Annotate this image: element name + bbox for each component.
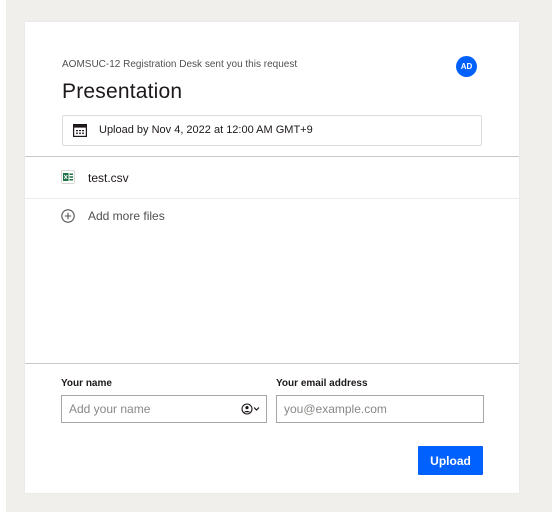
file-request-card: AOMSUC-12 Registration Desk sent you thi…: [25, 22, 519, 493]
name-label: Your name: [61, 378, 112, 389]
request-title: Presentation: [62, 80, 183, 103]
avatar[interactable]: AD: [456, 56, 477, 77]
name-input[interactable]: [62, 396, 239, 422]
divider-bottom: [25, 363, 519, 364]
person-dropdown-icon[interactable]: [241, 403, 261, 415]
calendar-icon: [73, 124, 87, 137]
add-circle-icon: [61, 209, 75, 223]
file-name: test.csv: [88, 171, 129, 185]
upload-button[interactable]: Upload: [418, 446, 483, 475]
email-input[interactable]: [277, 396, 480, 422]
email-label: Your email address: [276, 378, 368, 389]
add-more-files-label: Add more files: [88, 209, 165, 223]
deadline-text: Upload by Nov 4, 2022 at 12:00 AM GMT+9: [99, 124, 313, 136]
name-field[interactable]: [61, 395, 267, 423]
add-more-files-button[interactable]: Add more files: [61, 208, 165, 224]
file-row[interactable]: test.csv: [25, 157, 519, 199]
spreadsheet-file-icon: [61, 170, 75, 184]
page-edge: [0, 0, 6, 512]
requester-text: AOMSUC-12 Registration Desk sent you thi…: [62, 59, 298, 70]
email-field[interactable]: [276, 395, 484, 423]
deadline-box: Upload by Nov 4, 2022 at 12:00 AM GMT+9: [62, 115, 482, 146]
